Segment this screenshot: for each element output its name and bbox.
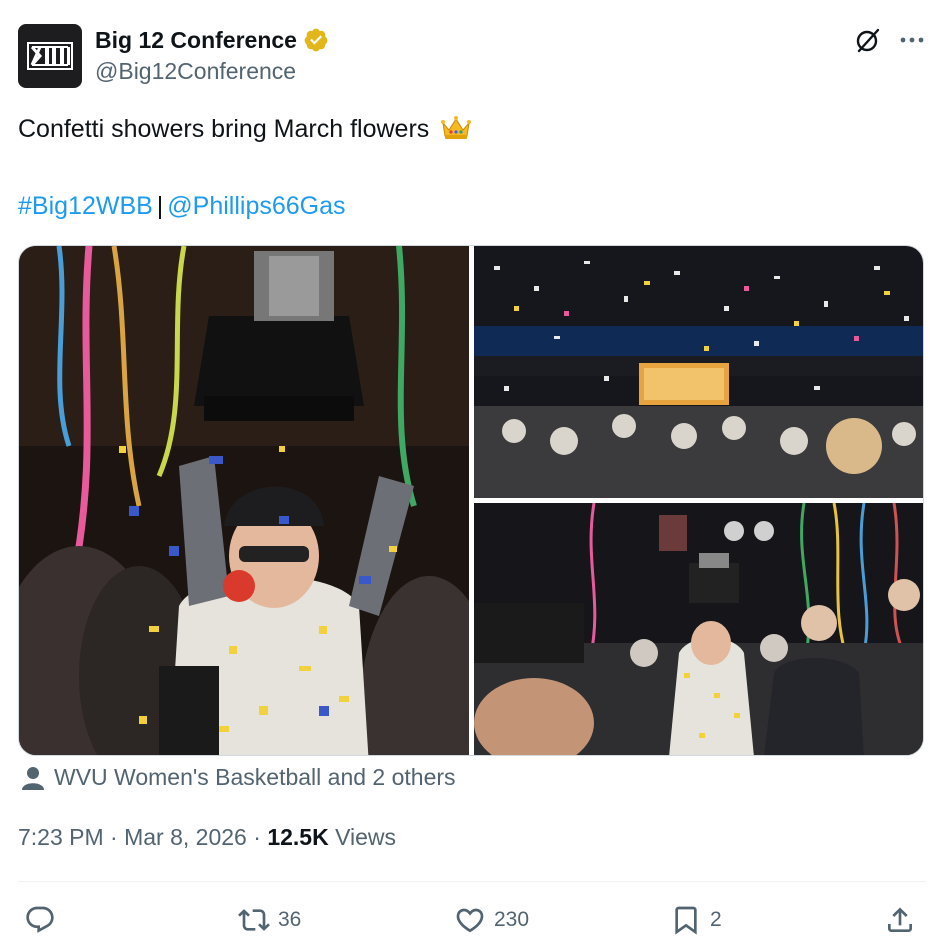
like-count: 230: [494, 908, 530, 931]
grok-icon[interactable]: [854, 26, 882, 54]
tagged-users-text: WVU Women's Basketball and 2 others: [54, 764, 456, 790]
views-count: 12.5K: [267, 824, 329, 850]
reply-icon: [26, 906, 54, 933]
tweet-author: Big 12 Conference @Big12Conference: [95, 26, 329, 85]
tweet-tags: #Big12WBB | @Phillips66Gas: [18, 190, 346, 222]
handle[interactable]: @Big12Conference: [95, 58, 329, 85]
gold-verified-icon[interactable]: [303, 27, 329, 53]
image-coach-holding-trophy[interactable]: [19, 246, 469, 755]
reply-button[interactable]: [24, 898, 64, 942]
meta-dot: ·: [253, 824, 261, 850]
bookmark-count: 2: [710, 908, 722, 931]
crown-icon: [441, 116, 472, 139]
views-label: Views: [335, 824, 397, 850]
share-icon: [888, 907, 912, 932]
image-trophy-raise-celebration[interactable]: [474, 503, 923, 755]
avatar[interactable]: [18, 24, 82, 88]
share-button[interactable]: [884, 898, 916, 942]
image-champions-confetti-crowd[interactable]: [474, 246, 923, 498]
like-button[interactable]: 230: [454, 898, 529, 942]
action-bar: 36 230 2: [0, 898, 946, 942]
person-icon: [22, 766, 44, 790]
heart-icon: [456, 908, 484, 933]
header-actions: [854, 26, 926, 54]
tweet-meta: 7:23 PM · Mar 8, 2026 · 12.5K Views: [18, 824, 396, 851]
tagged-users[interactable]: WVU Women's Basketball and 2 others: [22, 764, 456, 791]
tweet-time[interactable]: 7:23 PM: [18, 824, 104, 850]
tweet-text: Confetti showers bring March flowers: [18, 113, 472, 145]
tweet-body: Confetti showers bring March flowers: [18, 115, 430, 143]
retweet-icon: [238, 909, 270, 931]
display-name[interactable]: Big 12 Conference: [95, 27, 297, 54]
mention-link[interactable]: @Phillips66Gas: [167, 192, 345, 220]
retweet-button[interactable]: 36: [238, 898, 301, 942]
more-icon[interactable]: [898, 26, 926, 54]
bookmark-icon: [675, 906, 697, 935]
media-grid: [18, 245, 924, 756]
big12-logo-icon: [27, 42, 73, 70]
tweet-date[interactable]: Mar 8, 2026: [124, 824, 247, 850]
bookmark-button[interactable]: 2: [670, 898, 722, 942]
tag-separator: |: [156, 192, 164, 220]
meta-dot: ·: [110, 824, 118, 850]
retweet-count: 36: [278, 908, 302, 931]
divider: [18, 881, 926, 882]
hashtag-link[interactable]: #Big12WBB: [18, 192, 153, 220]
